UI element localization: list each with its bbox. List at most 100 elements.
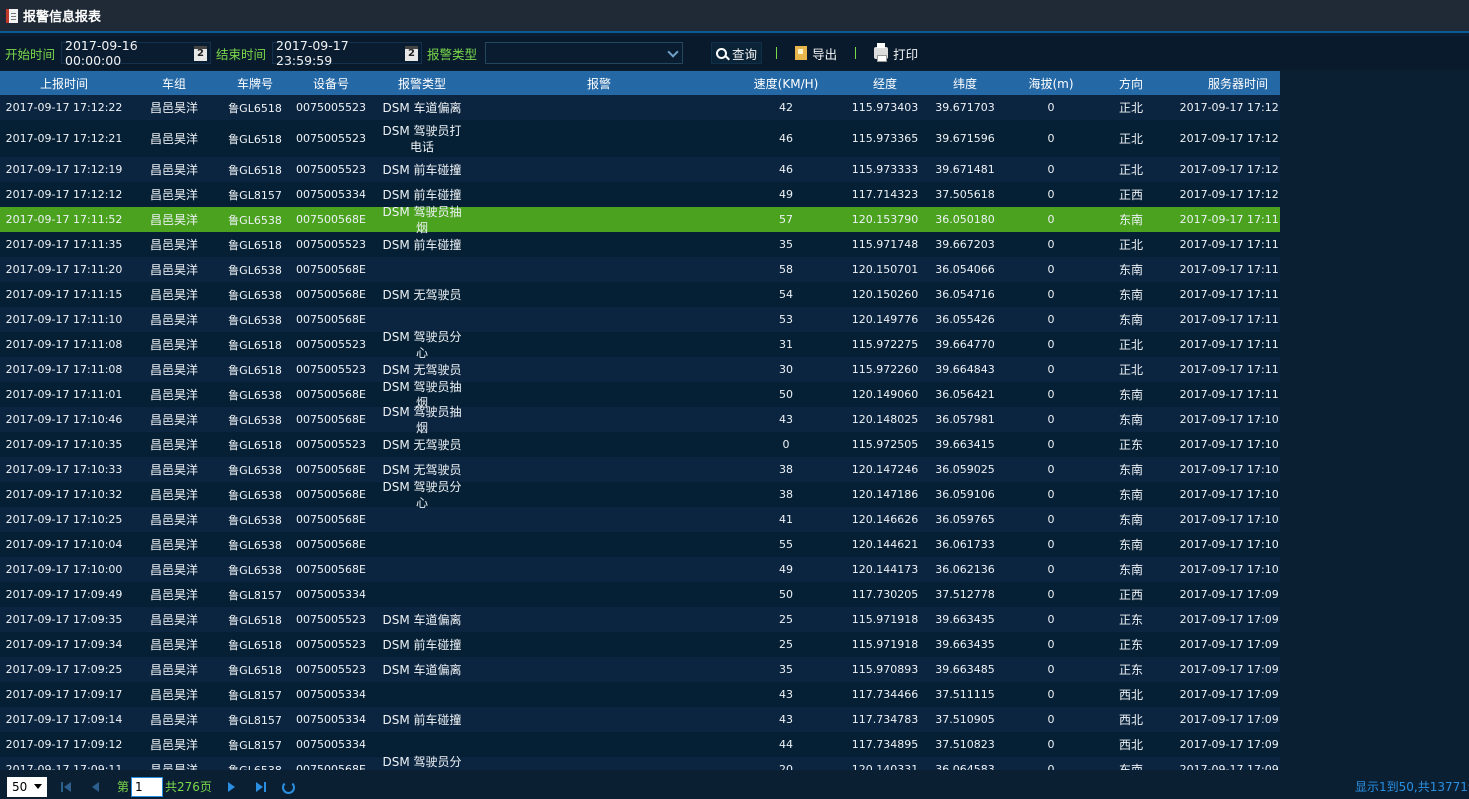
query-button[interactable]: 查询 (711, 42, 763, 64)
table-row[interactable]: 2017-09-17 17:12:21 昌邑昊洋 鲁GL6518 0075005523… (0, 120, 1280, 157)
prev-page-icon[interactable] (87, 779, 103, 795)
cell-alarm-type: DSM 前车碰撞 (382, 237, 462, 252)
cell-alarm-type: DSM 驾驶员分心 (382, 754, 462, 769)
table-row[interactable]: 2017-09-17 17:12:22 昌邑昊洋 鲁GL6518 0075005523… (0, 95, 1280, 120)
next-page-icon[interactable] (224, 779, 240, 795)
cell-alarm-type: DSM 无驾驶员 (382, 462, 462, 477)
cell-speed: 30 (779, 363, 793, 376)
table-row[interactable]: 2017-09-17 17:11:35 昌邑昊洋 鲁GL6518 0075005523… (0, 232, 1280, 257)
table-row[interactable]: 2017-09-17 17:11:52 昌邑昊洋 鲁GL6538 007500568E… (0, 205, 1280, 235)
table-row[interactable]: 2017-09-17 17:09:14 昌邑昊洋 鲁GL8157 0075005334… (0, 707, 1280, 732)
alarm-type-select[interactable] (485, 42, 684, 64)
chevron-down-icon[interactable] (667, 46, 679, 58)
table-row[interactable]: 2017-09-17 17:09:11 昌邑昊洋 鲁GL6538 007500568E… (0, 754, 1280, 770)
table-row[interactable]: 2017-09-17 17:11:01 昌邑昊洋 鲁GL6538 007500568E… (0, 380, 1280, 410)
cell-direction: 正东 (1118, 438, 1143, 452)
cell-alarm-type: DSM 车道偏离 (382, 612, 462, 627)
calendar-icon[interactable] (405, 45, 419, 61)
report-icon (6, 8, 18, 23)
cell-server-time: 2017-09-17 17:12:24 (1179, 101, 1280, 114)
column-header-speed[interactable]: 速度(KM/H) (726, 75, 846, 92)
cell-report-time: 2017-09-17 17:11:52 (5, 213, 123, 226)
table-row[interactable]: 2017-09-17 17:10:25 昌邑昊洋 鲁GL6538 007500568E… (0, 507, 1280, 532)
table-row[interactable]: 2017-09-17 17:09:34 昌邑昊洋 鲁GL6518 0075005523… (0, 632, 1280, 657)
cell-alarm-type: DSM 前车碰撞 (382, 637, 462, 652)
column-header-direction[interactable]: 方向 (1096, 75, 1166, 92)
cell-direction: 正西 (1118, 188, 1143, 202)
cell-altitude: 0 (1047, 363, 1055, 376)
table-row[interactable]: 2017-09-17 17:12:19 昌邑昊洋 鲁GL6518 0075005523… (0, 157, 1280, 182)
column-header-longitude[interactable]: 经度 (846, 75, 924, 92)
table-row[interactable]: 2017-09-17 17:09:17 昌邑昊洋 鲁GL8157 0075005334… (0, 682, 1280, 707)
cell-speed: 46 (779, 132, 793, 145)
cell-server-time: 2017-09-17 17:11:10 (1179, 338, 1280, 351)
cell-altitude: 0 (1047, 313, 1055, 326)
table-row[interactable]: 2017-09-17 17:10:46 昌邑昊洋 鲁GL6538 007500568E… (0, 405, 1280, 435)
column-header-alarm[interactable]: 报警 (472, 75, 726, 92)
cell-device-id: 0075005523 (296, 163, 366, 176)
page-number-input[interactable]: 1 (131, 776, 164, 797)
cell-server-time: 2017-09-17 17:10:07 (1179, 538, 1280, 551)
last-page-icon[interactable] (252, 779, 268, 795)
table-row[interactable]: 2017-09-17 17:10:35 昌邑昊洋 鲁GL6518 0075005523… (0, 432, 1280, 457)
cell-vehicle-group: 昌邑昊洋 (149, 488, 198, 502)
start-time-value[interactable]: 2017-09-16 00:00:00 (62, 38, 194, 68)
cell-altitude: 0 (1047, 263, 1055, 276)
table-row[interactable]: 2017-09-17 17:09:12 昌邑昊洋 鲁GL8157 0075005334… (0, 732, 1280, 757)
start-time-label: 开始时间 (5, 46, 56, 62)
cell-direction: 东南 (1118, 313, 1143, 327)
cell-altitude: 0 (1047, 132, 1055, 145)
print-button[interactable]: 打印 (870, 42, 922, 64)
column-header-report-time[interactable]: 上报时间 (0, 75, 128, 92)
table-row[interactable]: 2017-09-17 17:09:35 昌邑昊洋 鲁GL6518 0075005523… (0, 607, 1280, 632)
calendar-icon[interactable] (194, 45, 208, 61)
cell-device-id: 0075005334 (296, 688, 366, 701)
cell-device-id: 0075005523 (296, 638, 366, 651)
column-header-device-id[interactable]: 设备号 (290, 75, 372, 92)
column-header-alarm-type[interactable]: 报警类型 (372, 75, 472, 92)
table-row[interactable]: 2017-09-17 17:10:04 昌邑昊洋 鲁GL6538 007500568E… (0, 532, 1280, 557)
table-row[interactable]: 2017-09-17 17:11:08 昌邑昊洋 鲁GL6518 0075005523… (0, 357, 1280, 382)
column-header-server-time[interactable]: 服务器时间 (1166, 75, 1280, 92)
cell-report-time: 2017-09-17 17:11:10 (5, 313, 123, 326)
cell-longitude: 120.149776 (851, 313, 919, 326)
cell-plate-number: 鲁GL6538 (228, 288, 282, 302)
cell-altitude: 0 (1047, 613, 1055, 626)
cell-vehicle-group: 昌邑昊洋 (149, 101, 198, 115)
table-row[interactable]: 2017-09-17 17:12:12 昌邑昊洋 鲁GL8157 0075005334… (0, 182, 1280, 207)
cell-server-time: 2017-09-17 17:11:55 (1179, 213, 1280, 226)
cell-alarm-type: DSM 驾驶员打电话 (382, 123, 462, 154)
table-row[interactable]: 2017-09-17 17:10:32 昌邑昊洋 鲁GL6538 007500568E… (0, 480, 1280, 510)
cell-vehicle-group: 昌邑昊洋 (149, 713, 198, 727)
end-time-value[interactable]: 2017-09-17 23:59:59 (273, 38, 405, 68)
cell-plate-number: 鲁GL6518 (228, 132, 282, 146)
end-time-field[interactable]: 2017-09-17 23:59:59 (272, 38, 423, 68)
table-row[interactable]: 2017-09-17 17:09:25 昌邑昊洋 鲁GL6518 0075005523… (0, 657, 1280, 682)
table-row[interactable]: 2017-09-17 17:11:10 昌邑昊洋 鲁GL6538 007500568E… (0, 307, 1280, 332)
cell-server-time: 2017-09-17 17:12:16 (1179, 188, 1280, 201)
table-row[interactable]: 2017-09-17 17:11:08 昌邑昊洋 鲁GL6518 0075005523… (0, 330, 1280, 360)
first-page-icon[interactable] (59, 779, 75, 795)
page-size-select[interactable]: 50 (7, 776, 47, 797)
column-header-altitude[interactable]: 海拔(m) (1006, 75, 1096, 92)
column-header-latitude[interactable]: 纬度 (924, 75, 1006, 92)
cell-server-time: 2017-09-17 17:09:37 (1179, 613, 1280, 626)
start-time-field[interactable]: 2017-09-16 00:00:00 (61, 38, 212, 68)
cell-longitude: 120.144173 (851, 563, 919, 576)
cell-direction: 西北 (1118, 713, 1143, 727)
cell-alarm-type: DSM 驾驶员抽烟 (382, 404, 462, 435)
cell-device-id: 0075005334 (296, 738, 366, 751)
cell-alarm-type: DSM 驾驶员分心 (382, 329, 462, 360)
table-row[interactable]: 2017-09-17 17:11:15 昌邑昊洋 鲁GL6538 007500568E… (0, 282, 1280, 307)
export-button[interactable]: 导出 (791, 42, 841, 64)
cell-speed: 57 (779, 213, 793, 226)
table-row[interactable]: 2017-09-17 17:09:49 昌邑昊洋 鲁GL8157 0075005334… (0, 582, 1280, 607)
table-row[interactable]: 2017-09-17 17:10:33 昌邑昊洋 鲁GL6538 007500568E… (0, 457, 1280, 482)
refresh-icon[interactable] (280, 779, 296, 795)
cell-longitude: 120.153790 (851, 213, 919, 226)
cell-longitude: 115.973333 (851, 163, 919, 176)
table-row[interactable]: 2017-09-17 17:10:00 昌邑昊洋 鲁GL6538 007500568E… (0, 557, 1280, 582)
column-header-vehicle-group[interactable]: 车组 (128, 75, 220, 92)
table-row[interactable]: 2017-09-17 17:11:20 昌邑昊洋 鲁GL6538 007500568E… (0, 257, 1280, 282)
column-header-plate-number[interactable]: 车牌号 (220, 75, 290, 92)
